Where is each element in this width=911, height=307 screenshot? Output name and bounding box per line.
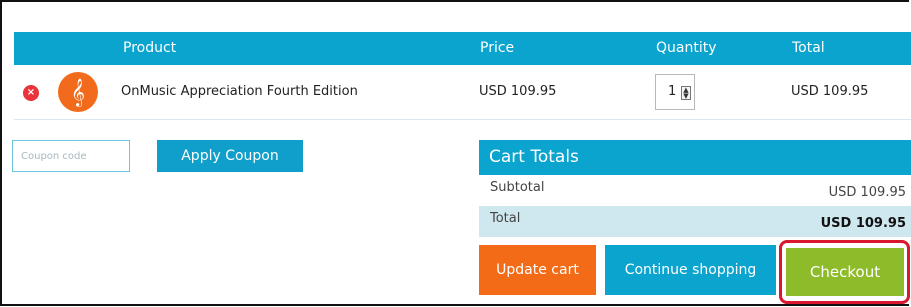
total-row: Total USD 109.95 [479,206,911,237]
product-name[interactable]: OnMusic Appreciation Fourth Edition [121,84,358,99]
cart-item-row: × 𝄞 OnMusic Appreciation Fourth Edition … [14,65,911,120]
line-total: USD 109.95 [791,84,869,99]
total-column-header: Total [792,40,825,56]
quantity-spinner-icon[interactable]: ▲ ▼ [681,86,691,100]
continue-shopping-button[interactable]: Continue shopping [605,245,776,295]
total-label: Total [490,211,521,226]
remove-icon[interactable]: × [23,85,39,101]
treble-clef-icon: 𝄞 [58,72,98,112]
update-cart-button[interactable]: Update cart [479,245,596,295]
product-price: USD 109.95 [479,84,557,99]
quantity-stepper[interactable]: 1 ▲ ▼ [655,74,695,110]
cart-table-header: Product Price Quantity Total [14,32,911,65]
product-column-header: Product [123,40,177,56]
apply-coupon-button[interactable]: Apply Coupon [157,140,303,172]
subtotal-value: USD 109.95 [828,185,906,200]
quantity-column-header: Quantity [656,40,717,56]
subtotal-label: Subtotal [490,180,545,195]
checkout-button[interactable]: Checkout [786,248,904,296]
quantity-value[interactable]: 1 [668,84,676,99]
price-column-header: Price [480,40,515,56]
total-value: USD 109.95 [820,216,906,231]
subtotal-row: Subtotal USD 109.95 [479,175,911,206]
cart-totals-title: Cart Totals [479,140,911,175]
coupon-code-input[interactable] [12,140,130,172]
